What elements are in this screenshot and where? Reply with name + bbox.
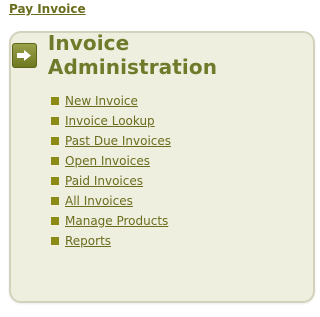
invoice-lookup-link[interactable]: Invoice Lookup xyxy=(65,114,155,128)
all-invoices-link[interactable]: All Invoices xyxy=(65,194,133,208)
square-bullet-icon xyxy=(51,217,59,225)
square-bullet-icon xyxy=(51,117,59,125)
menu-item-manage-products[interactable]: Manage Products xyxy=(51,211,171,231)
square-bullet-icon xyxy=(51,177,59,185)
square-bullet-icon xyxy=(51,197,59,205)
square-bullet-icon xyxy=(51,157,59,165)
menu-item-open-invoices[interactable]: Open Invoices xyxy=(51,151,171,171)
menu-item-new-invoice[interactable]: New Invoice xyxy=(51,91,171,111)
menu-item-all-invoices[interactable]: All Invoices xyxy=(51,191,171,211)
pay-invoice-link[interactable]: Pay Invoice xyxy=(9,2,86,16)
new-invoice-link[interactable]: New Invoice xyxy=(65,94,138,108)
arrow-right-icon xyxy=(12,42,37,68)
manage-products-link[interactable]: Manage Products xyxy=(65,214,168,228)
square-bullet-icon xyxy=(51,237,59,245)
menu-item-paid-invoices[interactable]: Paid Invoices xyxy=(51,171,171,191)
panel-title: Invoice Administration xyxy=(47,31,218,79)
open-invoices-link[interactable]: Open Invoices xyxy=(65,154,150,168)
page: Pay Invoice Invoice Administration New I… xyxy=(0,0,315,317)
past-due-invoices-link[interactable]: Past Due Invoices xyxy=(65,134,171,148)
panel-header: Invoice Administration xyxy=(12,31,304,79)
square-bullet-icon xyxy=(51,137,59,145)
menu-item-invoice-lookup[interactable]: Invoice Lookup xyxy=(51,111,171,131)
admin-menu: New Invoice Invoice Lookup Past Due Invo… xyxy=(51,91,171,251)
paid-invoices-link[interactable]: Paid Invoices xyxy=(65,174,143,188)
reports-link[interactable]: Reports xyxy=(65,234,111,248)
menu-item-reports[interactable]: Reports xyxy=(51,231,171,251)
square-bullet-icon xyxy=(51,97,59,105)
menu-item-past-due-invoices[interactable]: Past Due Invoices xyxy=(51,131,171,151)
